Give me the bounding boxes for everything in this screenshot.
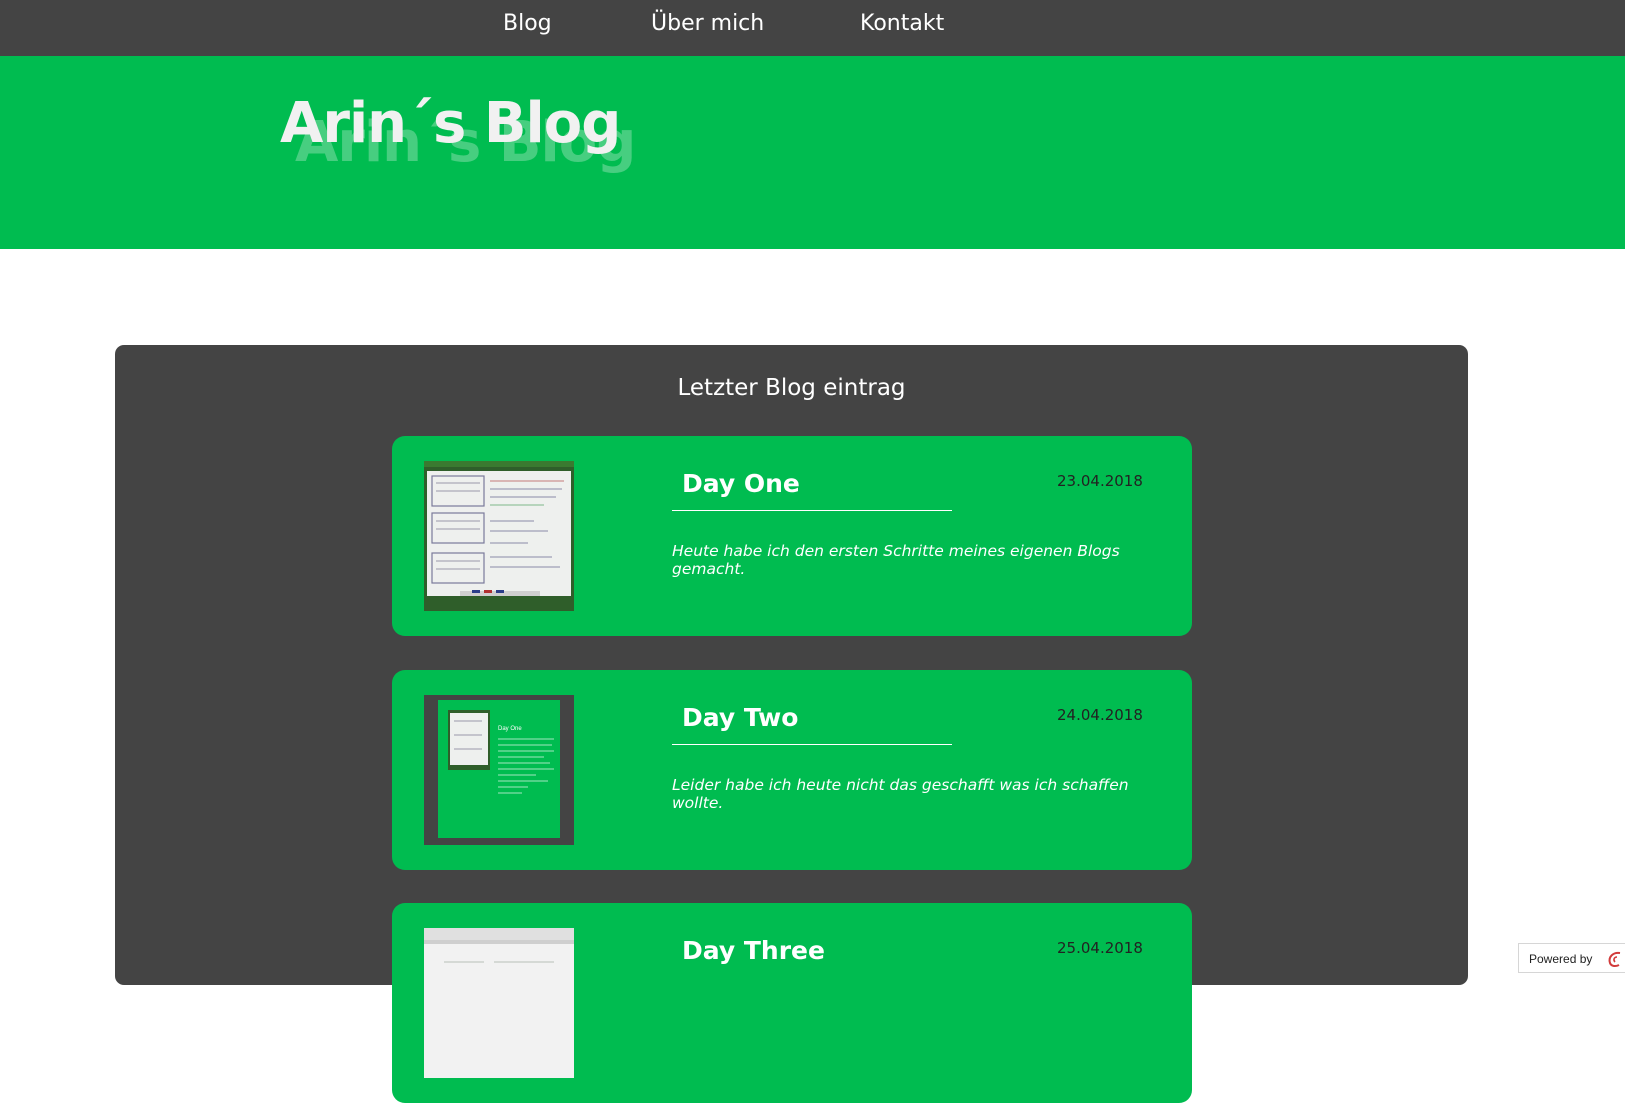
panel-heading: Letzter Blog eintrag [677, 375, 906, 401]
post-excerpt: Heute habe ich den ersten Schritte meine… [672, 542, 1120, 578]
whiteboard-photo-image [424, 928, 574, 1078]
title-divider [672, 510, 952, 511]
post-date: 24.04.2018 [1057, 706, 1143, 724]
whiteboard-photo-image [424, 461, 574, 611]
powered-by-label: Powered by [1529, 952, 1593, 966]
thumbnail-text: Day One [498, 726, 522, 732]
post-card-day-one[interactable]: Day One 23.04.2018 Heute habe ich den er… [392, 436, 1192, 636]
post-thumbnail [424, 461, 574, 611]
post-excerpt: Leider habe ich heute nicht das geschaff… [672, 776, 1129, 812]
latest-posts-panel: Letzter Blog eintrag Day One 23.04.2018 … [115, 345, 1468, 1103]
nav-link-blog[interactable]: Blog [503, 11, 552, 36]
post-date: 23.04.2018 [1057, 472, 1143, 490]
nav-link-about-me[interactable]: Über mich [651, 11, 764, 36]
title-divider [672, 744, 952, 745]
post-thumbnail: Day One [424, 695, 574, 845]
top-navigation: Blog Über mich Kontakt [0, 0, 1625, 56]
hero-banner: Arin´s Blog Arin´s Blog [0, 56, 1625, 249]
powered-by-badge[interactable]: Powered by [1518, 943, 1625, 973]
post-title[interactable]: Day Two [682, 703, 798, 732]
post-title[interactable]: Day Three [682, 936, 825, 965]
post-thumbnail [424, 928, 574, 1078]
nav-link-contact[interactable]: Kontakt [860, 11, 944, 36]
hero-title: Arin´s Blog [280, 91, 621, 156]
blog-screenshot-image: Day One [424, 695, 574, 845]
provider-logo-icon [1608, 951, 1621, 968]
post-date: 25.04.2018 [1057, 939, 1143, 957]
post-card-day-three[interactable]: Day Three 25.04.2018 [392, 903, 1192, 1103]
post-card-day-two[interactable]: Day One Day Two 24.04.2018 Leider habe i… [392, 670, 1192, 870]
post-title[interactable]: Day One [682, 469, 800, 498]
